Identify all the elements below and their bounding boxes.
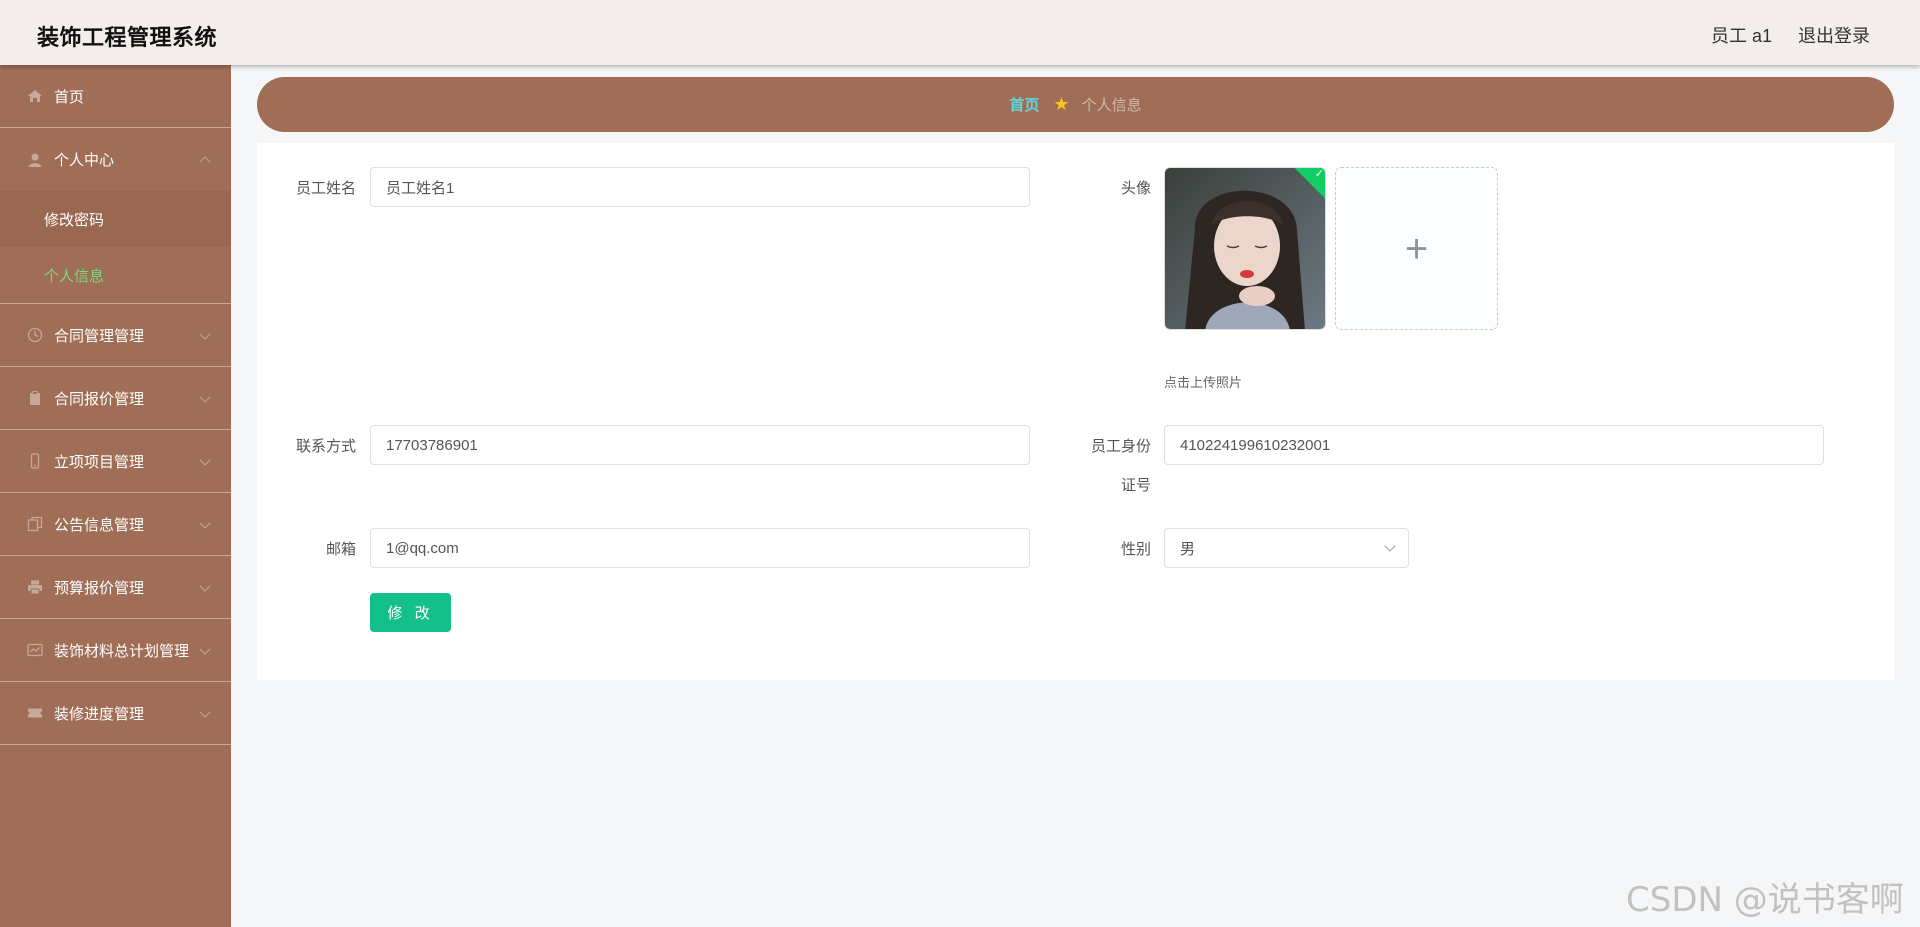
phone-label: 联系方式 [295,438,356,455]
chevron-down-icon [199,643,211,655]
upload-tip: 点击上传照片 [1164,375,1243,390]
clock-icon [26,326,44,344]
gender-label: 性别 [1120,541,1151,558]
form-panel [257,143,1894,680]
sidebar-item-project[interactable]: 立项项目管理 [0,430,231,493]
idcard-label-line1: 员工身份 [1090,438,1151,455]
clipboard-icon [26,389,44,407]
email-field[interactable]: 1@qq.com [370,528,1030,568]
sidebar-item-progress[interactable]: 装修进度管理 [0,682,231,745]
breadcrumb-current: 个人信息 [1081,97,1142,114]
home-icon [26,87,44,105]
avatar-photo[interactable]: ✓ [1164,167,1326,330]
chevron-down-icon [1384,540,1396,552]
sidebar-item-home[interactable]: 首页 [0,65,231,128]
chart-card-icon [26,641,44,659]
watermark: CSDN @说书客啊 [1626,880,1904,920]
name-field[interactable]: 员工姓名1 [370,167,1030,207]
portrait-image [1165,168,1325,329]
idcard-label-line2: 证号 [1120,477,1151,494]
idcard-field[interactable]: 410224199610232001 [1164,425,1824,465]
gender-select[interactable]: 男 [1164,528,1409,568]
chevron-down-icon [199,328,211,340]
sidebar-group-personal: 个人中心 修改密码 个人信息 [0,128,231,304]
sidebar-item-material-plan[interactable]: 装饰材料总计划管理 [0,619,231,682]
logout-link[interactable]: 退出登录 [1798,22,1870,48]
chevron-up-icon [199,156,211,168]
name-label: 员工姓名 [295,180,356,197]
chevron-down-icon [199,517,211,529]
email-label: 邮箱 [325,541,356,558]
sidebar-item-label: 首页 [54,88,85,106]
printer-icon [26,578,44,596]
chevron-down-icon [199,706,211,718]
avatar-label: 头像 [1120,180,1151,197]
current-user: 员工 a1 [1711,26,1773,46]
app-title: 装饰工程管理系统 [37,25,218,50]
user-icon [26,151,44,169]
avatar-upload-button[interactable]: + [1335,167,1498,330]
sidebar-item-personal-center[interactable]: 个人中心 [0,128,231,191]
chevron-down-icon [199,454,211,466]
breadcrumb-home[interactable]: 首页 [1009,94,1039,115]
phone-icon [26,452,44,470]
sidebar-item-label: 公告信息管理 [54,516,145,534]
sidebar-item-contract-quote[interactable]: 合同报价管理 [0,367,231,430]
sidebar-item-contract[interactable]: 合同管理管理 [0,304,231,367]
ticket-icon [26,704,44,722]
sidebar: 首页 个人中心 修改密码 个人信息 合同管理管理 合同报价管理 立项项目管理 公… [0,65,231,927]
chevron-down-icon [199,391,211,403]
chevron-down-icon [199,580,211,592]
sidebar-subitem-personal-info[interactable]: 个人信息 [0,247,231,303]
breadcrumb: 首页 ★ 个人信息 [257,77,1894,132]
sidebar-item-label: 装修进度管理 [54,705,145,723]
gender-value: 男 [1180,540,1196,558]
sidebar-item-label: 合同报价管理 [54,390,145,408]
copy-icon [26,515,44,533]
plus-icon: + [1404,226,1429,271]
sidebar-item-notice[interactable]: 公告信息管理 [0,493,231,556]
sidebar-item-label: 个人中心 [54,152,115,169]
sidebar-item-label: 立项项目管理 [54,453,145,471]
submit-button[interactable]: 修 改 [370,593,451,632]
phone-field[interactable]: 17703786901 [370,425,1030,465]
sidebar-item-label: 合同管理管理 [54,327,145,345]
star-icon: ★ [1053,94,1070,114]
sidebar-item-budget[interactable]: 预算报价管理 [0,556,231,619]
sidebar-item-label: 装饰材料总计划管理 [54,642,190,660]
sidebar-item-label: 预算报价管理 [54,579,145,597]
top-bar: 装饰工程管理系统 员工 a1 退出登录 [0,0,1920,65]
sidebar-subitem-change-password[interactable]: 修改密码 [0,191,231,247]
